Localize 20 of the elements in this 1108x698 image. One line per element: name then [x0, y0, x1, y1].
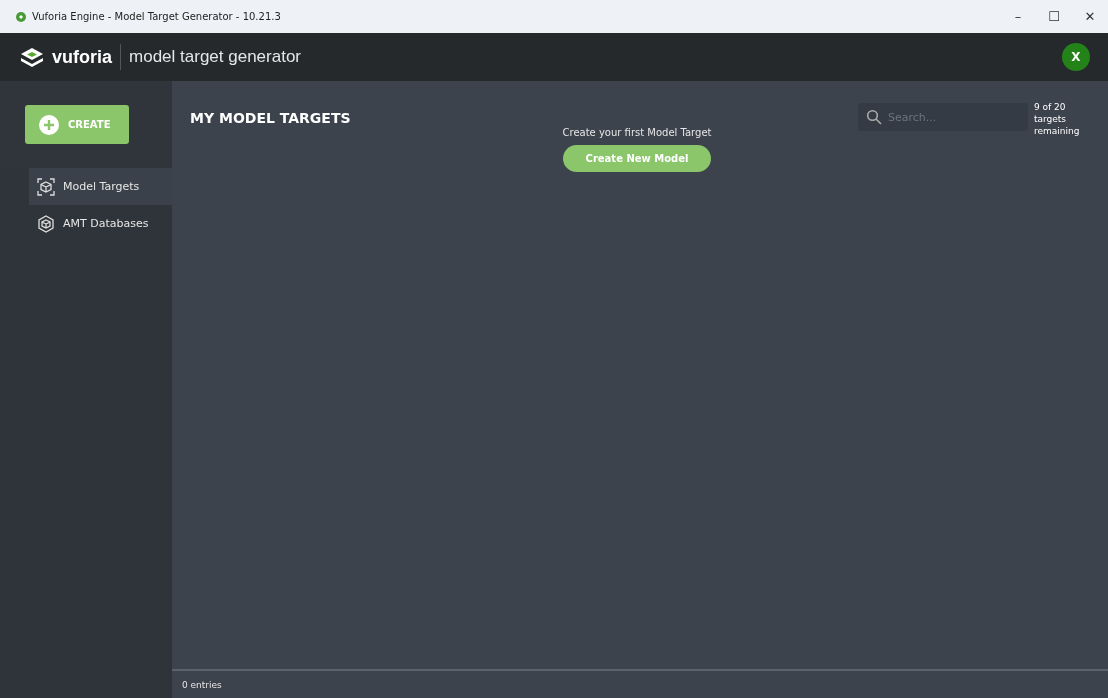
brand-name: vuforia — [52, 46, 112, 68]
empty-message: Create your first Model Target — [562, 127, 712, 138]
window-title: Vuforia Engine - Model Target Generator - 10.21.3 — [32, 11, 282, 22]
sidebar-item[interactable]: AMT Databases — [29, 205, 172, 242]
window-control[interactable]: ✕ — [1072, 9, 1108, 24]
entries-count: 0 entries — [182, 679, 222, 690]
search-icon — [866, 109, 882, 125]
product-name: model target generator — [129, 47, 302, 67]
page-title: MY MODEL TARGETS — [190, 110, 352, 126]
cube-icon — [37, 177, 55, 196]
targets-remaining-text: 9 of 20 targets remaining — [1034, 101, 1081, 137]
logo-icon — [20, 47, 44, 67]
app-icon — [16, 11, 26, 22]
sidebar-item[interactable]: Model Targets — [29, 168, 172, 205]
user-avatar[interactable]: X — [1062, 43, 1090, 71]
cube-icon — [37, 214, 55, 233]
plus-icon — [39, 114, 59, 135]
window-control[interactable]: ☐ — [1036, 9, 1072, 24]
search-field[interactable]: Search... — [858, 103, 1028, 131]
window-control[interactable]: – — [1000, 9, 1036, 24]
